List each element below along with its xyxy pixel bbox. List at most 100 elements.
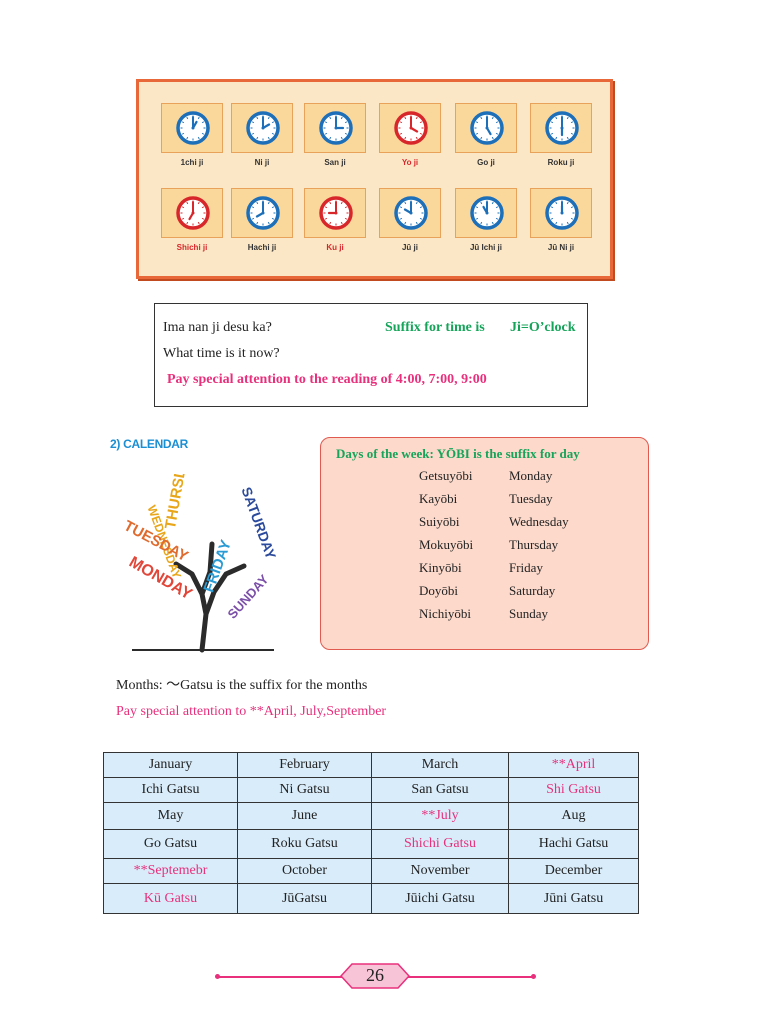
table-cell: JūGatsu	[237, 883, 372, 914]
clock-card	[455, 103, 517, 153]
question-english: What time is it now?	[163, 346, 280, 361]
clock-card	[231, 188, 293, 238]
attention-note: Pay special attention to the reading of …	[167, 372, 487, 387]
months-suffix-line: Months: ～Gatsu is the suffix for the mon…	[116, 678, 368, 693]
clock-label: Hachi ji	[247, 243, 277, 252]
day-english: Monday	[509, 468, 553, 483]
tree-word-sunday: SUNDAY	[224, 571, 271, 621]
clock-face-icon	[394, 196, 428, 230]
clock-card	[379, 103, 441, 153]
day-japanese: Kayōbi	[419, 491, 458, 506]
footer-dot-left	[215, 974, 220, 979]
footer-dot-right	[531, 974, 536, 979]
clock-card	[379, 188, 441, 238]
day-english: Wednesday	[509, 514, 569, 529]
clock-label: Jū Ni ji	[547, 243, 575, 252]
clock-label: 1chi ji	[180, 158, 204, 167]
calendar-heading: 2) CALENDAR	[110, 437, 189, 451]
table-cell: Go Gatsu	[103, 829, 238, 859]
table-cell: December	[508, 858, 639, 884]
table-row: May June **July Aug	[103, 802, 639, 830]
clock-card	[231, 103, 293, 153]
info-box: Ima nan ji desu ka? Suffix for time is J…	[154, 303, 588, 407]
day-japanese: Suiyōbi	[419, 514, 460, 529]
clock-card	[161, 188, 223, 238]
clock-face-icon	[470, 196, 504, 230]
day-english: Saturday	[509, 583, 556, 598]
table-cell: Hachi Gatsu	[508, 829, 639, 859]
clock-label: Roku ji	[547, 158, 575, 167]
table-cell: Kū Gatsu	[103, 883, 238, 914]
clock-card	[530, 188, 592, 238]
table-row: Go Gatsu Roku Gatsu Shichi Gatsu Hachi Gats…	[103, 829, 639, 859]
day-japanese: Kinyōbi	[419, 560, 462, 575]
table-cell: Shichi Gatsu	[371, 829, 509, 859]
table-cell: June	[237, 802, 372, 830]
days-title: Days of the week: YŌBI is the suffix for…	[336, 446, 580, 461]
table-cell: Shi Gatsu	[508, 777, 639, 803]
clock-card	[304, 188, 366, 238]
clock-face-icon	[319, 196, 353, 230]
clock-face-icon	[319, 111, 353, 145]
table-row: Kū Gatsu JūGatsu Jūichi Gatsu Jūni Gatsu	[103, 883, 639, 914]
table-cell: Aug	[508, 802, 639, 830]
clock-face-icon	[394, 111, 428, 145]
clock-label: Shichi ji	[176, 243, 208, 252]
table-cell: February	[237, 752, 372, 778]
clock-label: Yo ji	[401, 158, 419, 167]
clock-label: San ji	[324, 158, 346, 167]
tree-word-friday: FRIDAY	[200, 538, 235, 595]
clock-card	[304, 103, 366, 153]
table-cell: October	[237, 858, 372, 884]
clock-card	[530, 103, 592, 153]
day-japanese: Doyōbi	[419, 583, 458, 598]
table-cell: San Gatsu	[371, 777, 509, 803]
table-cell: Jūichi Gatsu	[371, 883, 509, 914]
clock-label: Ku ji	[326, 243, 344, 252]
table-row: January February March **April	[103, 752, 639, 778]
clock-card	[455, 188, 517, 238]
clock-face-icon	[470, 111, 504, 145]
clock-face-icon	[246, 196, 280, 230]
days-of-week-box: Days of the week: YŌBI is the suffix for…	[320, 437, 649, 650]
day-english: Tuesday	[509, 491, 553, 506]
table-row: Ichi Gatsu Ni Gatsu San Gatsu Shi Gatsu	[103, 777, 639, 803]
clock-card	[161, 103, 223, 153]
clock-face-icon	[545, 196, 579, 230]
day-japanese: Nichiyōbi	[419, 606, 471, 621]
table-cell: Jūni Gatsu	[508, 883, 639, 914]
table-cell: **July	[371, 802, 509, 830]
table-cell: March	[371, 752, 509, 778]
ji-definition: Ji=O’clock	[510, 320, 576, 335]
clock-label: Jū Ichi ji	[469, 243, 502, 252]
table-cell: **April	[508, 752, 639, 778]
page-number: 26	[366, 965, 384, 985]
clock-label: Jū ji	[401, 243, 418, 252]
tree-word-thursday: THURSDAY	[162, 474, 193, 530]
clock-face-icon	[176, 111, 210, 145]
months-table: January February March **April Ichi Gatsu Ni …	[103, 752, 639, 914]
table-cell: Ni Gatsu	[237, 777, 372, 803]
day-english: Thursday	[509, 537, 559, 552]
clock-face-icon	[176, 196, 210, 230]
clock-label: Go ji	[477, 158, 495, 167]
question-japanese: Ima nan ji desu ka?	[163, 320, 272, 335]
day-english: Friday	[509, 560, 543, 575]
day-japanese: Mokuyōbi	[419, 537, 474, 552]
table-cell: January	[103, 752, 238, 778]
day-english: Sunday	[509, 606, 548, 621]
clock-face-icon	[246, 111, 280, 145]
table-cell: Roku Gatsu	[237, 829, 372, 859]
tree-word-saturday: SATURDAY	[238, 485, 279, 562]
table-cell: May	[103, 802, 238, 830]
clock-panel: 1chi ji Ni ji San ji Yo ji Go ji Roku ji Shic…	[136, 79, 613, 279]
days-word-tree-illustration: WEDNESDAY THURSDAY TUESDAY MONDAY FRIDAY…	[121, 474, 280, 653]
clock-face-icon	[545, 111, 579, 145]
table-cell: Ichi Gatsu	[103, 777, 238, 803]
clock-label: Ni ji	[254, 158, 270, 167]
day-japanese: Getsuyōbi	[419, 468, 473, 483]
months-attention-line: Pay special attention to **April, July,S…	[116, 704, 387, 719]
table-cell: November	[371, 858, 509, 884]
suffix-note: Suffix for time is	[385, 320, 485, 335]
table-row: **Septemebr October November December	[103, 858, 639, 884]
